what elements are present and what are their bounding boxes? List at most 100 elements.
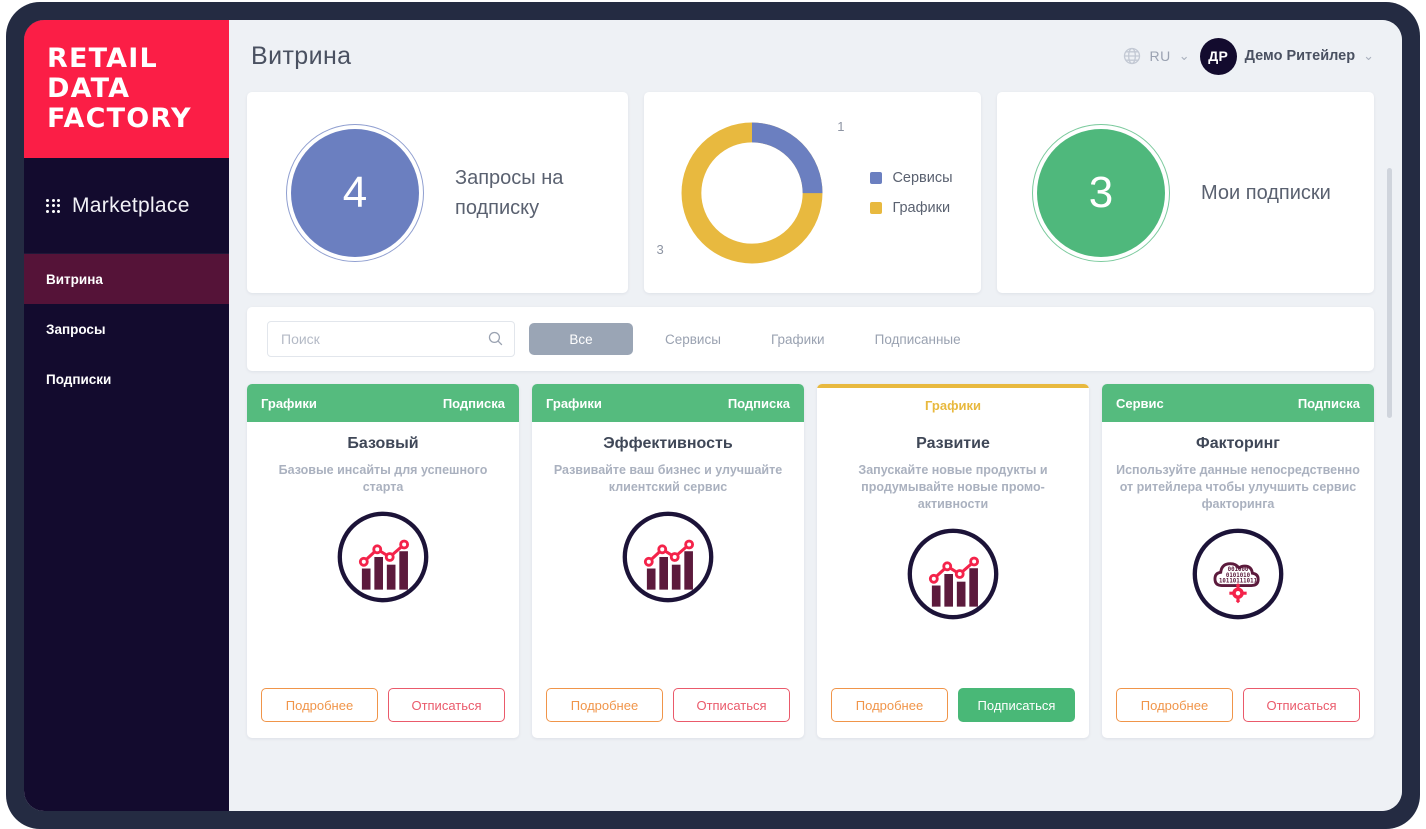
subscribe-button[interactable]: Подписаться [958, 688, 1075, 722]
cloud-binary-gear-icon: 001000 0101010 10110111011 [1192, 528, 1284, 620]
sidebar-item-vitrina[interactable]: Витрина [24, 254, 229, 304]
legend-item-servisy: Сервисы [870, 169, 953, 186]
product-card-body: Факторинг Используйте данные непосредств… [1102, 422, 1374, 688]
sidebar-item-zaprosy[interactable]: Запросы [24, 304, 229, 354]
language-selector[interactable]: RU ⌄ [1122, 46, 1190, 66]
product-card[interactable]: Сервис Подписка Факторинг Используйте да… [1102, 384, 1374, 738]
product-card-title: Базовый [347, 435, 419, 452]
stats-row: 4 Запросы на подписку 1 3 Сервисы График… [247, 92, 1374, 293]
product-card-title: Эффективность [603, 435, 733, 452]
sidebar-item-label: Подписки [46, 371, 112, 387]
avatar: ДР [1199, 37, 1237, 75]
brand-line-3: FACTORY [47, 103, 192, 134]
product-card-status: Подписка [442, 395, 505, 411]
legend-label: Сервисы [892, 169, 953, 186]
filter-bar: Все Сервисы Графики Подписанные [247, 307, 1374, 371]
bar-line-chart-icon [337, 511, 429, 603]
legend-swatch-icon [870, 171, 883, 184]
product-card-desc: Развивайте ваш бизнес и улучшайте клиент… [553, 463, 783, 494]
product-card-desc: Используйте данные непосредственно от ри… [1116, 463, 1360, 511]
filter-chip-label: Все [569, 331, 593, 347]
product-card-desc: Базовые инсайты для успешного старта [278, 463, 488, 494]
product-card-body: Развитие Запускайте новые продукты и про… [817, 422, 1089, 688]
legend-swatch-icon [870, 201, 883, 214]
vertical-scrollbar[interactable] [1387, 168, 1392, 793]
details-button[interactable]: Подробнее [831, 688, 948, 722]
product-card-header: Сервис Подписка [1102, 384, 1374, 422]
product-card[interactable]: Графики Подписка Эффективность Развивайт… [532, 384, 804, 738]
product-cards-grid: Графики Подписка Базовый Базовые инсайты… [247, 384, 1374, 738]
filter-chip-grafiki[interactable]: Графики [753, 323, 843, 355]
requests-circle: 4 [286, 123, 424, 262]
details-button[interactable]: Подробнее [1116, 688, 1233, 722]
bar-line-chart-icon [907, 528, 999, 620]
product-card-actions: Подробнее Отписаться [247, 688, 519, 738]
product-card-header: Графики [817, 384, 1089, 422]
globe-icon [1123, 47, 1140, 65]
legend-label: Графики [892, 199, 951, 216]
marketplace-header[interactable]: Marketplace [24, 158, 229, 254]
brand-line-2: DATA [47, 73, 131, 104]
search-box [267, 321, 515, 357]
details-button[interactable]: Подробнее [546, 688, 663, 722]
subscriptions-label: Мои подписки [1201, 181, 1331, 204]
filter-chip-all[interactable]: Все [529, 323, 633, 355]
filter-chip-podpisannye[interactable]: Подписанные [857, 323, 979, 355]
stat-card-requests: 4 Запросы на подписку [247, 92, 628, 293]
unsubscribe-button[interactable]: Отписаться [673, 688, 790, 722]
product-card-status: Подписка [1297, 395, 1360, 411]
top-bar-right: RU ⌄ ДР Демо Ритейлер ⌄ [1122, 37, 1374, 75]
details-button[interactable]: Подробнее [261, 688, 378, 722]
product-card-tag: Сервис [1116, 395, 1164, 411]
top-bar: Витрина RU ⌄ ДР Демо Ритейлер ⌄ [229, 20, 1402, 92]
unsubscribe-button[interactable]: Отписаться [1243, 688, 1360, 722]
chevron-down-icon: ⌄ [1178, 47, 1190, 63]
requests-label: Запросы на подписку [455, 166, 564, 219]
main-area: Витрина RU ⌄ ДР Демо Ритейлер ⌄ 4 Запрос… [229, 20, 1402, 811]
language-code: RU [1149, 48, 1171, 64]
device-frame: RETAIL DATA FACTORY Marketplace Витрина … [6, 2, 1420, 829]
product-card-actions: Подробнее Отписаться [532, 688, 804, 738]
product-card-desc: Запускайте новые продукты и продумывайте… [858, 463, 1048, 511]
brand-logo[interactable]: RETAIL DATA FACTORY [24, 20, 229, 158]
product-card-actions: Подробнее Отписаться [1102, 688, 1374, 738]
product-card[interactable]: Графики Развитие Запускайте новые продук… [817, 384, 1089, 738]
unsubscribe-button[interactable]: Отписаться [388, 688, 505, 722]
product-card-header: Графики Подписка [247, 384, 519, 422]
product-card-title: Факторинг [1196, 435, 1280, 452]
brand-line-1: RETAIL [47, 43, 158, 74]
product-card-tag: Графики [925, 397, 981, 413]
subscriptions-value: 3 [1088, 167, 1114, 217]
content-scroll-area: 4 Запросы на подписку 1 3 Сервисы График… [229, 92, 1402, 811]
search-input[interactable] [267, 321, 515, 357]
scrollbar-thumb[interactable] [1387, 168, 1392, 418]
subscriptions-circle: 3 [1032, 123, 1170, 262]
user-name: Демо Ритейлер [1244, 48, 1356, 64]
product-card[interactable]: Графики Подписка Базовый Базовые инсайты… [247, 384, 519, 738]
user-menu[interactable]: ДР Демо Ритейлер ⌄ [1199, 37, 1374, 75]
donut-svg [681, 122, 823, 263]
donut-chart-card: 1 3 Сервисы Графики [644, 92, 981, 293]
product-card-actions: Подробнее Подписаться [817, 688, 1089, 738]
search-icon[interactable] [487, 330, 504, 347]
filter-chip-label: Сервисы [665, 331, 721, 347]
product-card-tag: Графики [546, 395, 602, 411]
filter-chip-label: Подписанные [874, 331, 961, 347]
chevron-down-icon: ⌄ [1363, 47, 1374, 63]
page-title: Витрина [251, 41, 352, 70]
stat-card-subscriptions: 3 Мои подписки [997, 92, 1374, 293]
donut-label-servisy: 1 [837, 118, 845, 134]
donut-label-grafiki: 3 [656, 241, 664, 257]
product-card-status: Подписка [727, 395, 790, 411]
marketplace-label: Marketplace [72, 193, 190, 217]
donut-chart: 1 3 [656, 113, 844, 273]
legend-item-grafiki: Графики [870, 200, 952, 216]
product-card-title: Развитие [916, 435, 990, 452]
product-card-tag: Графики [261, 395, 317, 411]
sidebar-item-label: Запросы [46, 321, 106, 337]
product-card-body: Базовый Базовые инсайты для успешного ст… [247, 422, 519, 688]
sidebar: RETAIL DATA FACTORY Marketplace Витрина … [24, 20, 229, 811]
sidebar-item-podpiski[interactable]: Подписки [24, 354, 229, 404]
product-card-header: Графики Подписка [532, 384, 804, 422]
filter-chip-servisy[interactable]: Сервисы [647, 323, 739, 355]
